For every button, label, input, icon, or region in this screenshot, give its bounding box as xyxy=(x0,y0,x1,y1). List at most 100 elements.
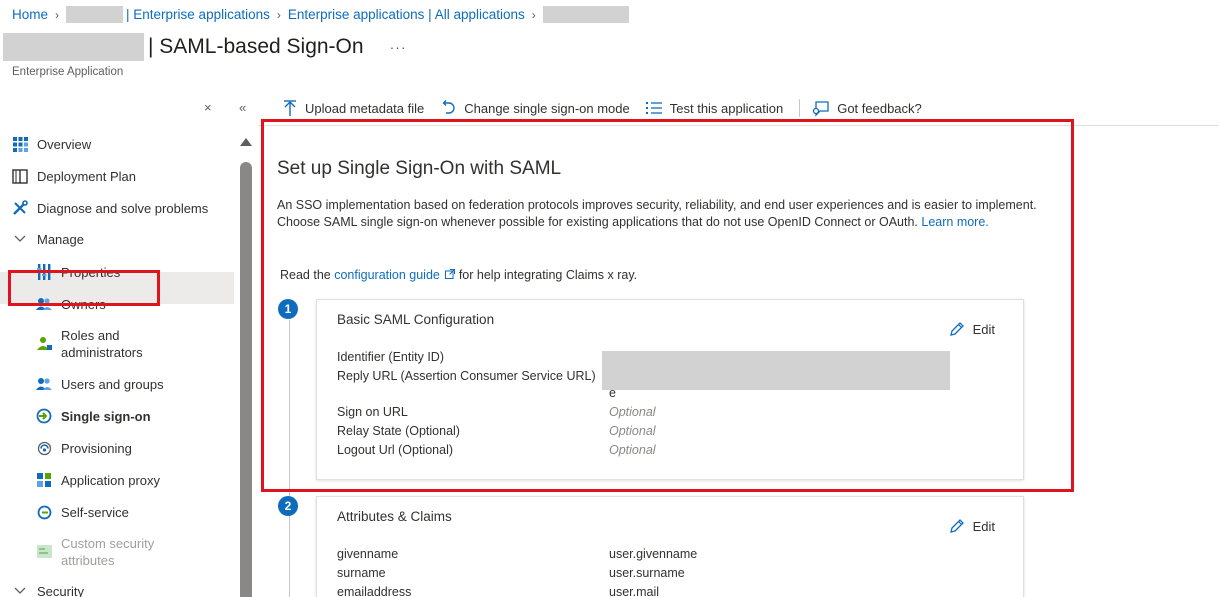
wrench-icon xyxy=(12,200,28,216)
sidebar-item-label: Overview xyxy=(37,137,92,152)
section-heading: Set up Single Sign-On with SAML xyxy=(277,158,562,179)
page-title: | SAML-based Sign-On xyxy=(148,35,364,58)
sidebar-item-deployment-plan[interactable]: Deployment Plan xyxy=(12,168,246,185)
book-icon xyxy=(12,168,28,184)
breadcrumb-all-apps[interactable]: Enterprise applications | All applicatio… xyxy=(288,7,525,22)
redacted-urls xyxy=(602,351,950,390)
configuration-guide-label: configuration guide xyxy=(334,268,440,282)
checklist-icon xyxy=(645,101,662,115)
upload-icon xyxy=(283,100,297,116)
chevron-down-icon xyxy=(12,583,28,597)
step-2-badge: 2 xyxy=(278,496,298,516)
edit-claims-button[interactable]: Edit xyxy=(949,518,995,534)
feedback-label: Got feedback? xyxy=(837,100,922,116)
self-service-icon xyxy=(36,504,52,520)
provisioning-icon xyxy=(36,440,52,456)
logout-url-label: Logout Url (Optional) xyxy=(337,443,454,457)
edit-label: Edit xyxy=(972,518,995,534)
chevron-right-icon: › xyxy=(276,7,281,22)
edit-label: Edit xyxy=(972,321,995,337)
identifier-label: Identifier (Entity ID) xyxy=(337,350,444,364)
guide-text: Read the configuration guide for help in… xyxy=(280,268,637,282)
sign-on-url-label: Sign on URL xyxy=(337,405,408,419)
sidebar-item-label: Roles and administrators xyxy=(61,328,143,360)
sidebar-group-manage[interactable]: Manage xyxy=(12,231,246,248)
toolbar-divider-line xyxy=(258,125,1219,126)
test-application-label: Test this application xyxy=(669,100,784,116)
intro-paragraph: An SSO implementation based on federatio… xyxy=(277,197,1057,231)
learn-more-link[interactable]: Learn more. xyxy=(921,215,988,229)
sidebar-item-label: Self-service xyxy=(61,505,129,520)
page-subtitle: Enterprise Application xyxy=(12,66,124,78)
feedback-icon xyxy=(812,100,829,117)
card-title: Basic SAML Configuration xyxy=(337,312,495,327)
claim-value: user.surname xyxy=(609,566,685,580)
card-title: Attributes & Claims xyxy=(337,509,452,524)
roles-icon xyxy=(36,335,52,351)
chevron-right-icon: › xyxy=(55,7,60,22)
sidebar-item-label: Application proxy xyxy=(61,473,160,488)
pencil-icon xyxy=(949,518,965,534)
sidebar-item-users-groups[interactable]: Users and groups xyxy=(36,376,270,393)
sidebar-item-diagnose[interactable]: Diagnose and solve problems xyxy=(12,200,246,217)
relay-state-value: Optional xyxy=(609,424,656,438)
breadcrumb: Home › | Enterprise applications › Enter… xyxy=(12,6,629,23)
redacted-app-title xyxy=(3,33,144,61)
sidebar-item-label: Custom security attributes xyxy=(61,536,155,568)
external-link-icon xyxy=(445,269,456,279)
page-header: | SAML-based Sign-On ··· xyxy=(3,33,407,61)
sidebar-item-custom-security-attributes[interactable]: Custom security attributes xyxy=(36,535,270,569)
scrollbar-thumb[interactable] xyxy=(240,162,252,597)
breadcrumb-enterprise-apps[interactable]: | Enterprise applications xyxy=(126,7,270,22)
feedback-button[interactable]: Got feedback? xyxy=(812,100,922,117)
claim-name: emailaddress xyxy=(337,585,412,597)
sidebar-scrollbar[interactable] xyxy=(239,134,253,597)
sign-on-url-value: Optional xyxy=(609,405,656,419)
upload-metadata-button[interactable]: Upload metadata file xyxy=(283,100,424,116)
breadcrumb-enterprise-apps-label: Enterprise applications xyxy=(133,7,270,22)
change-sso-mode-button[interactable]: Change single sign-on mode xyxy=(440,100,630,116)
sidebar-item-overview[interactable]: Overview xyxy=(12,136,246,153)
guide-suffix: for help integrating Claims x ray. xyxy=(458,268,638,282)
relay-state-label: Relay State (Optional) xyxy=(337,424,460,438)
app-proxy-icon xyxy=(36,472,52,488)
sidebar-item-label: Security xyxy=(37,584,84,597)
sidebar-item-self-service[interactable]: Self-service xyxy=(36,504,270,521)
close-icon[interactable]: × xyxy=(204,100,212,115)
more-options-button[interactable]: ··· xyxy=(390,39,407,55)
sidebar-item-provisioning[interactable]: Provisioning xyxy=(36,440,270,457)
breadcrumb-home[interactable]: Home xyxy=(12,7,48,22)
edit-basic-saml-button[interactable]: Edit xyxy=(949,321,995,337)
steps-connector-line xyxy=(289,320,290,597)
sidebar-item-app-proxy[interactable]: Application proxy xyxy=(36,472,270,489)
sidebar-item-label: Manage xyxy=(37,232,84,247)
command-toolbar: Upload metadata file Change single sign-… xyxy=(283,98,938,118)
sidebar-item-roles[interactable]: Roles and administrators xyxy=(36,327,270,361)
claim-value: user.mail xyxy=(609,585,660,597)
sidebar-group-security[interactable]: Security xyxy=(12,583,246,597)
claim-name: surname xyxy=(337,566,386,580)
sidebar-item-label: Single sign-on xyxy=(61,409,151,424)
logout-url-value: Optional xyxy=(609,443,656,457)
undo-icon xyxy=(440,100,456,116)
test-application-button[interactable]: Test this application xyxy=(645,100,784,116)
step-1-badge: 1 xyxy=(278,299,298,319)
overview-grid-icon xyxy=(12,136,28,152)
sidebar-item-label: Diagnose and solve problems xyxy=(37,201,209,216)
collapse-sidebar-icon[interactable]: « xyxy=(239,100,246,115)
configuration-guide-link[interactable]: configuration guide xyxy=(334,268,456,282)
single-sign-on-highlight xyxy=(8,270,160,306)
scroll-up-arrow-icon[interactable] xyxy=(240,138,252,146)
upload-metadata-label: Upload metadata file xyxy=(305,100,425,116)
sso-icon xyxy=(36,408,52,424)
sidebar-item-label: Deployment Plan xyxy=(37,169,136,184)
toolbar-divider xyxy=(799,99,801,117)
sidebar-item-label: Provisioning xyxy=(61,441,132,456)
redacted-tenant xyxy=(66,6,124,23)
reply-url-label: Reply URL (Assertion Consumer Service UR… xyxy=(337,369,596,383)
attributes-claims-card: Attributes & Claims Edit givenname user.… xyxy=(316,496,1024,597)
basic-saml-config-card: Basic SAML Configuration Edit Identifier… xyxy=(316,299,1024,480)
sidebar-item-single-sign-on[interactable]: Single sign-on xyxy=(36,408,270,425)
pencil-icon xyxy=(949,321,965,337)
guide-prefix: Read the xyxy=(280,268,331,282)
